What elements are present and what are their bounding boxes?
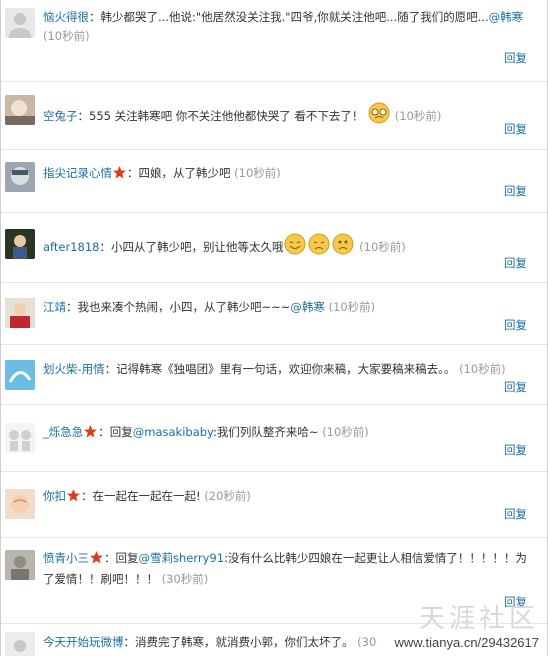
list-item: 你扣 ：在一起在一起在一起! (20秒前) 回复 [1,472,547,538]
timestamp: (10秒前) [459,362,506,376]
star-badge-icon [90,551,103,570]
timestamp: (10秒前) [394,109,442,123]
star-badge-icon [67,489,80,508]
reply-button[interactable]: 回复 [504,379,527,395]
list-item: 恼火得很：韩少都哭了...他说:"他居然没关注我."四爷,你就关注他吧...随了… [1,0,547,82]
mention-link[interactable]: @韩寒 [489,10,524,24]
list-item: 指尖记录心情 ：四娘，从了韩少吧 (10秒前) 回复 [1,150,547,213]
comment-text: ：消费完了韩寒，就消费小郭，你们太坏了。 [123,635,354,649]
timestamp: (10秒前) [328,300,376,314]
mention-link[interactable]: @雪莉sherry91 [139,551,225,565]
reply-button[interactable]: 回复 [504,442,527,458]
comment-text: ：四娘，从了韩少吧 [127,166,231,180]
timestamp: (20秒前) [204,489,251,503]
user-name-link[interactable]: after1818 [43,240,99,254]
user-name-link[interactable]: 江靖 [43,300,66,314]
comment-text: ：记得韩寒《独唱团》里有一句话，欢迎你来稿，大家要稿来稿去。。 [104,362,456,376]
crying-face-icon [368,102,390,130]
reply-button[interactable]: 回复 [504,506,527,522]
tianya-watermark: 天涯社区 www.tianya.cn/29432617 [394,598,539,650]
comment-text: ：我也来凑个热闹，小四，从了韩少吧~~~ [66,300,291,314]
list-item: 江靖：我也来凑个热闹，小四，从了韩少吧~~~@韩寒 (10秒前) 回复 [1,283,547,345]
timestamp: (10秒前) [43,29,90,43]
list-item: after1818：小四从了韩少吧，别让他等太久哦 (10秒前) 回复 [1,213,547,283]
avatar[interactable] [5,8,35,38]
sad-face-icon [308,233,330,261]
list-item: 划火柴-用情：记得韩寒《独唱团》里有一句话，欢迎你来稿，大家要稿来稿去。。 (1… [1,345,547,405]
star-badge-icon [84,425,98,444]
user-name-link[interactable]: _烁急急 [43,425,83,439]
list-item: 空兔子：555 关注韩寒吧 你不关注他他都快哭了 看不下去了！ (10秒前) 回… [1,82,547,150]
comment-text: ：在一起在一起在一起! [81,489,201,503]
user-name-link[interactable]: 恼火得很 [43,10,89,24]
timestamp: (10秒前) [322,425,369,439]
comment-feed: 恼火得很：韩少都哭了...他说:"他居然没关注我."四爷,你就关注他吧...随了… [0,0,548,656]
watermark-logo: 天涯社区 [418,604,539,634]
avatar[interactable] [5,423,35,453]
user-name-link[interactable]: 划火柴-用情 [43,362,105,376]
avatar[interactable] [5,550,35,580]
reply-button[interactable]: 回复 [504,317,527,333]
user-name-link[interactable]: 你扣 [43,489,66,503]
user-name-link[interactable]: 空兔子 [43,109,78,123]
mention-link[interactable]: @masakibaby [133,425,213,439]
avatar[interactable] [5,162,35,192]
reply-button[interactable]: 回复 [504,121,527,137]
frown-face-icon [332,233,354,261]
avatar[interactable] [5,229,35,259]
list-item: _烁急急 ：回复@masakibaby:我们列队整齐来哈~ (10秒前) 回复 [1,405,547,472]
reply-button[interactable]: 回复 [504,255,527,271]
avatar[interactable] [5,360,35,390]
user-name-link[interactable]: 今天开始玩微博 [43,635,124,649]
avatar[interactable] [5,298,35,328]
avatar[interactable] [5,489,35,519]
reply-button[interactable]: 回复 [504,183,527,199]
mention-link[interactable]: @韩寒 [290,300,325,314]
timestamp: (10秒前) [234,166,281,180]
timestamp: (10秒前) [359,240,406,254]
comment-text: ：回复 [98,425,133,439]
comment-text: ：555 关注韩寒吧 你不关注他他都快哭了 看不下去了！ [77,109,364,123]
watermark-url: www.tianya.cn/29432617 [394,635,539,650]
comment-text: :我们列队整齐来哈~ [213,425,319,439]
avatar[interactable] [5,95,35,125]
comment-text: ：韩少都哭了...他说:"他居然没关注我."四爷,你就关注他吧...随了我们的愿… [89,10,489,24]
comment-text: ：小四从了韩少吧，别让他等太久哦 [99,240,284,254]
star-badge-icon [113,166,126,185]
timestamp: (30秒前) [161,572,209,586]
user-name-link[interactable]: 指尖记录心情 [43,166,112,180]
smile-face-icon [284,233,306,261]
reply-button[interactable]: 回复 [504,50,527,66]
timestamp: (30秒前) [357,635,377,649]
comment-text: ：回复 [104,551,139,565]
avatar[interactable] [5,632,35,656]
user-name-link[interactable]: 愤青小三 [43,551,89,565]
